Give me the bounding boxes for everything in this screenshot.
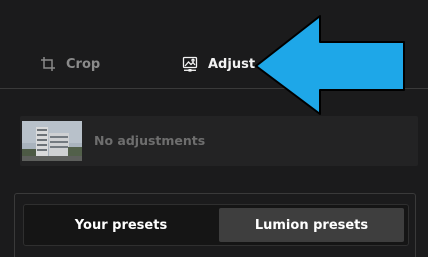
tab-crop-label: Crop bbox=[66, 56, 101, 72]
tab-adjust-label: Adjust bbox=[208, 56, 256, 72]
presets-panel: Your presets Lumion presets bbox=[14, 193, 416, 257]
lumion-presets-button[interactable]: Lumion presets bbox=[219, 208, 404, 242]
adjustment-status: No adjustments bbox=[94, 133, 206, 148]
pointer-arrow-icon bbox=[255, 15, 405, 115]
crop-icon bbox=[40, 56, 56, 72]
tab-adjust[interactable]: Adjust bbox=[182, 40, 255, 88]
image-adjust-icon bbox=[182, 56, 198, 72]
thumbnail-image bbox=[22, 121, 82, 161]
presets-segmented-control: Your presets Lumion presets bbox=[23, 204, 409, 246]
your-presets-button[interactable]: Your presets bbox=[28, 208, 214, 242]
adjustment-item[interactable]: No adjustments bbox=[20, 116, 418, 166]
tab-crop[interactable]: Crop bbox=[40, 40, 100, 88]
